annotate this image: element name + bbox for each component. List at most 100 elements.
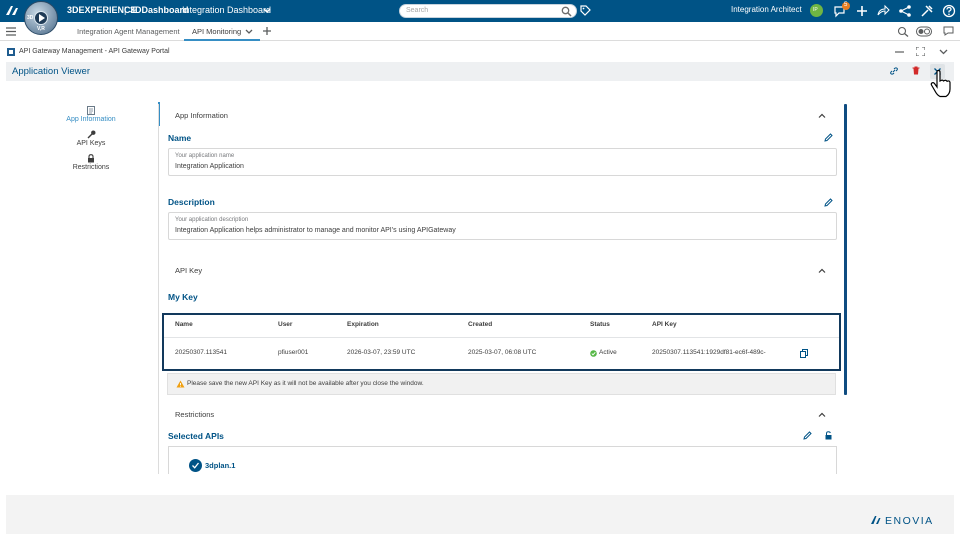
widget-title: API Gateway Management - API Gateway Por… <box>19 48 170 55</box>
brand-separator: | <box>124 5 127 15</box>
compass-3d-label: 3D <box>27 15 34 21</box>
table-divider <box>164 337 839 338</box>
notification-count: 5 <box>844 2 848 8</box>
key-icon <box>87 130 95 139</box>
key-value-cell: 20250307.113541:1929df81-ec6f-489c- <box>652 349 766 356</box>
key-user-cell: pfiuser001 <box>278 349 309 356</box>
top-bar: 3DEXPERIENCE | 3DDashboard Integration D… <box>0 0 960 22</box>
edit-description-pencil-icon[interactable] <box>824 198 833 207</box>
help-icon[interactable] <box>942 4 956 18</box>
chevron-down-icon[interactable] <box>263 8 271 14</box>
avatar[interactable]: IP <box>810 4 823 17</box>
widget-menu-chevron-icon[interactable] <box>939 49 948 55</box>
notification-badge: 5 <box>842 2 850 10</box>
widget-header: API Gateway Management - API Gateway Por… <box>0 44 960 60</box>
lock-icon <box>88 154 94 163</box>
col-header-name: Name <box>175 321 193 328</box>
plus-icon[interactable] <box>855 4 869 18</box>
nav-label-restrictions: Restrictions <box>72 164 110 171</box>
brand-3ddashboard: 3DDashboard <box>130 5 189 15</box>
minimize-icon[interactable] <box>895 50 904 54</box>
compass-button[interactable]: 3D V,R <box>24 1 58 35</box>
tab-bar: Integration Agent Management API Monitor… <box>0 22 960 41</box>
section-restrictions[interactable]: Restrictions <box>175 410 214 419</box>
selected-apis-list: 3dplan.1 <box>168 446 837 474</box>
edit-name-pencil-icon[interactable] <box>824 133 833 142</box>
document-icon <box>87 106 95 115</box>
maximize-icon[interactable] <box>916 47 925 56</box>
active-tab-indicator <box>184 39 260 41</box>
search-icon[interactable] <box>561 6 572 17</box>
section-app-information[interactable]: App Information <box>175 111 228 120</box>
description-heading: Description <box>168 197 215 207</box>
api-check-icon <box>189 459 202 472</box>
api-key-table: Name User Expiration Created Status API … <box>162 313 841 371</box>
collapse-app-info-chevron-icon[interactable] <box>818 112 826 120</box>
delete-icon[interactable] <box>912 66 920 75</box>
edit-restrictions-pencil-icon[interactable] <box>803 431 812 440</box>
unlock-icon[interactable] <box>824 431 833 440</box>
app-details-panel: App Information Name Your application na… <box>158 104 846 474</box>
enovia-brand: ENOVIA <box>885 515 934 527</box>
col-header-created: Created <box>468 321 493 328</box>
key-expiration-cell: 2026-03-07, 23:59 UTC <box>347 349 416 356</box>
share-arrow-icon[interactable] <box>876 4 890 18</box>
link-icon[interactable] <box>890 67 898 75</box>
add-tab-icon[interactable] <box>262 26 272 36</box>
user-role[interactable]: Integration Architect <box>731 5 802 14</box>
ds-footer-logo-icon <box>871 516 881 524</box>
search-input[interactable]: Search <box>399 4 577 18</box>
app-name-label: Your application name <box>175 153 235 159</box>
compass-version-label: V,R <box>37 26 45 32</box>
view-toggle-icon[interactable] <box>916 26 932 37</box>
nav-label-app-information: App Information <box>66 116 116 123</box>
nav-label-api-keys: API Keys <box>76 140 106 147</box>
warning-text: Please save the new API Key as it will n… <box>187 380 424 387</box>
panel-scrollbar[interactable] <box>844 104 847 395</box>
network-share-icon[interactable] <box>898 4 912 18</box>
col-header-user: User <box>278 321 293 328</box>
name-heading: Name <box>168 133 192 143</box>
app-name-value: Integration Application <box>175 163 244 170</box>
widget-app-icon <box>7 48 15 56</box>
widget-footer: ENOVIA <box>6 495 954 534</box>
selected-apis-heading: Selected APIs <box>168 431 224 441</box>
app-description-field[interactable]: Your application description Integration… <box>168 212 837 240</box>
tab-api-monitoring[interactable]: API Monitoring <box>192 27 241 36</box>
selected-api-item[interactable]: 3dplan.1 <box>205 461 235 470</box>
app-name-field[interactable]: Your application name Integration Applic… <box>168 148 837 176</box>
collapse-api-key-chevron-icon[interactable] <box>818 267 826 275</box>
copy-icon[interactable] <box>800 349 808 358</box>
hand-cursor-icon <box>930 70 951 98</box>
search-placeholder: Search <box>406 7 429 14</box>
tab-chevron-down-icon[interactable] <box>245 29 253 35</box>
col-header-api-key: API Key <box>652 321 677 328</box>
app-description-value: Integration Application helps administra… <box>175 227 456 234</box>
nav-api-keys[interactable]: API Keys <box>61 130 121 147</box>
warning-icon <box>176 380 185 388</box>
tools-icon[interactable] <box>920 4 934 18</box>
dashboard-name-dropdown[interactable]: Integration Dashboard <box>182 5 271 15</box>
key-created-cell: 2025-03-07, 06:08 UTC <box>468 349 537 356</box>
avatar-initials: IP <box>813 7 818 13</box>
play-icon <box>39 14 45 22</box>
col-header-expiration: Expiration <box>347 321 379 328</box>
active-status-icon <box>590 350 597 357</box>
app-description-label: Your application description <box>175 217 249 223</box>
key-status-cell: Active <box>599 349 617 356</box>
col-header-status: Status <box>590 321 610 328</box>
my-key-heading: My Key <box>168 292 198 302</box>
app-viewer-title: Application Viewer <box>12 66 90 77</box>
nav-app-information[interactable]: App Information <box>61 106 121 123</box>
tab-integration-agent-management[interactable]: Integration Agent Management <box>77 27 180 36</box>
nav-restrictions[interactable]: Restrictions <box>61 154 121 171</box>
ds-logo-icon <box>6 6 18 15</box>
app-viewer-header: Application Viewer <box>6 62 954 81</box>
section-api-key[interactable]: API Key <box>175 266 202 275</box>
chat-icon[interactable] <box>943 26 954 36</box>
tag-icon[interactable] <box>580 5 591 16</box>
key-name-cell: 20250307.113541 <box>175 349 227 356</box>
hamburger-menu-icon[interactable] <box>6 27 16 36</box>
search-people-icon[interactable] <box>897 26 909 37</box>
collapse-restrictions-chevron-icon[interactable] <box>818 411 826 419</box>
